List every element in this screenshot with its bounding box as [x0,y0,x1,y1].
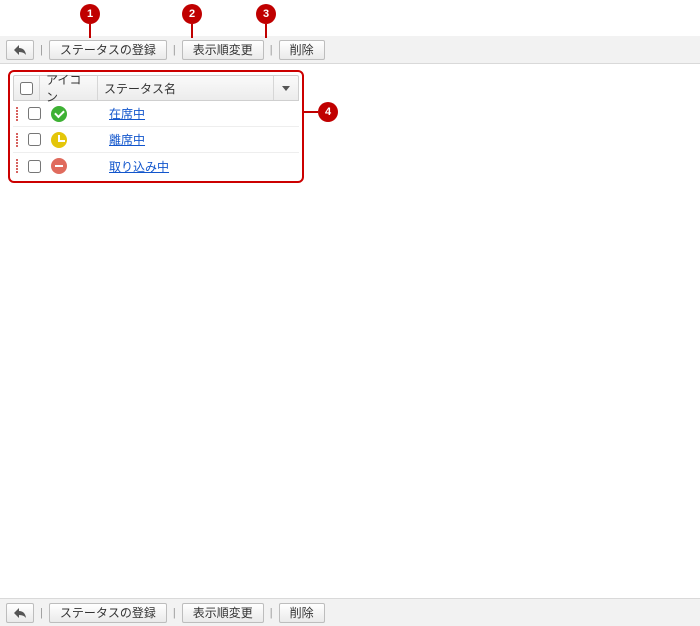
reorder-button-bottom[interactable]: 表示順変更 [182,603,264,623]
grid-header: アイコン ステータス名 [13,75,299,101]
row-checkbox[interactable] [28,107,41,120]
status-away-icon [51,132,67,148]
header-dropdown[interactable] [274,76,298,100]
chevron-down-icon [282,86,290,91]
delete-button-bottom[interactable]: 削除 [279,603,325,623]
callout-line-1 [89,24,91,38]
back-arrow-icon [14,45,26,55]
status-name-link[interactable]: 在席中 [109,107,145,121]
delete-button[interactable]: 削除 [279,40,325,60]
table-row: 在席中 [13,101,299,127]
row-icon-cell [47,158,105,174]
row-checkbox[interactable] [28,160,41,173]
toolbar-separator: | [171,44,178,56]
select-all-checkbox[interactable] [20,82,33,95]
toolbar-separator: | [268,607,275,619]
callout-line-2 [191,24,193,38]
table-row: 取り込み中 [13,153,299,179]
drag-handle[interactable] [13,101,21,126]
status-table-highlight: アイコン ステータス名 在席中 離席中 [8,70,304,183]
callout-badge-2: 2 [182,4,202,24]
callout-line-3 [265,24,267,38]
content-area: アイコン ステータス名 在席中 離席中 [0,64,700,598]
row-icon-cell [47,132,105,148]
status-name-link[interactable]: 取り込み中 [109,160,169,174]
back-button[interactable] [6,40,34,60]
register-status-button-bottom[interactable]: ステータスの登録 [49,603,167,623]
row-icon-cell [47,106,105,122]
reorder-button[interactable]: 表示順変更 [182,40,264,60]
back-arrow-icon [14,608,26,618]
callout-badge-1: 1 [80,4,100,24]
status-busy-icon [51,158,67,174]
toolbar-bottom: | ステータスの登録 | 表示順変更 | 削除 [0,598,700,626]
drag-handle[interactable] [13,153,21,179]
toolbar-separator: | [38,44,45,56]
register-status-button[interactable]: ステータスの登録 [49,40,167,60]
table-row: 離席中 [13,127,299,153]
callout-badge-3: 3 [256,4,276,24]
drag-handle[interactable] [13,127,21,152]
row-checkbox[interactable] [28,133,41,146]
callout-line-4 [304,111,318,113]
status-name-link[interactable]: 離席中 [109,133,145,147]
toolbar-separator: | [38,607,45,619]
callout-badge-4: 4 [318,102,338,122]
header-checkbox-cell [14,76,40,100]
header-name-cell[interactable]: ステータス名 [98,76,274,100]
toolbar-separator: | [171,607,178,619]
header-icon-cell[interactable]: アイコン [40,76,98,100]
toolbar-top: | ステータスの登録 | 表示順変更 | 削除 [0,36,700,64]
back-button-bottom[interactable] [6,603,34,623]
toolbar-separator: | [268,44,275,56]
status-available-icon [51,106,67,122]
